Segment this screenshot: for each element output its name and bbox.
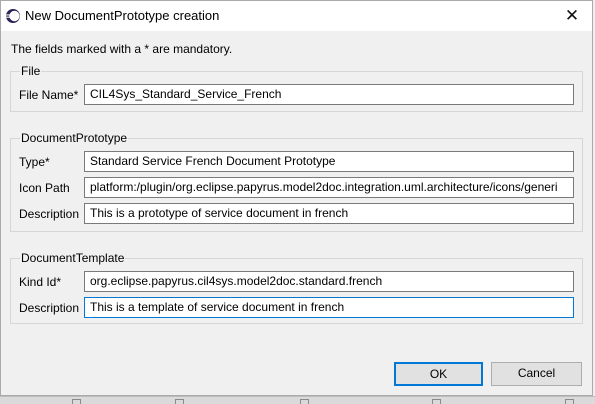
document-prototype-dialog: New DocumentPrototype creation ✕ The fie… [0,0,593,396]
ok-button[interactable]: OK [394,362,483,386]
template-description-field[interactable]: This is a template of service document i… [84,297,574,318]
kind-id-field[interactable]: org.eclipse.papyrus.cil4sys.model2doc.st… [84,271,574,292]
background-icon [432,399,441,404]
eclipse-icon [5,8,21,24]
file-name-label: File Name* [19,88,79,102]
window-title: New DocumentPrototype creation [25,8,220,23]
file-name-field[interactable]: CIL4Sys_Standard_Service_French [84,84,574,105]
cancel-button[interactable]: Cancel [491,362,582,386]
type-row: Type* Standard Service French Document P… [11,151,582,173]
background-icon [565,399,574,404]
type-field[interactable]: Standard Service French Document Prototy… [84,151,574,172]
icon-path-field[interactable]: platform:/plugin/org.eclipse.papyrus.mod… [84,177,574,198]
close-icon: ✕ [564,6,580,25]
mandatory-fields-note: The fields marked with a * are mandatory… [11,42,233,56]
document-template-legend: DocumentTemplate [20,251,126,265]
background-icon [175,399,184,404]
file-group: File File Name* CIL4Sys_Standard_Service… [10,64,583,112]
background-icon [72,399,81,404]
title-bar[interactable]: New DocumentPrototype creation ✕ [1,1,592,31]
icon-path-label: Icon Path [19,181,70,195]
kind-id-label: Kind Id* [19,275,62,289]
type-label: Type* [19,155,50,169]
icon-path-row: Icon Path platform:/plugin/org.eclipse.p… [11,177,582,199]
document-prototype-legend: DocumentPrototype [20,131,129,145]
kind-id-row: Kind Id* org.eclipse.papyrus.cil4sys.mod… [11,271,582,293]
background-icon [300,399,309,404]
close-button[interactable]: ✕ [552,1,592,31]
file-group-legend: File [20,64,42,78]
template-description-row: Description This is a template of servic… [11,297,582,319]
prototype-description-label: Description [19,207,80,221]
document-prototype-group: DocumentPrototype Type* Standard Service… [10,131,583,232]
file-name-row: File Name* CIL4Sys_Standard_Service_Fren… [11,84,582,106]
document-template-group: DocumentTemplate Kind Id* org.eclipse.pa… [10,251,583,324]
prototype-description-row: Description This is a prototype of servi… [11,203,582,225]
template-description-label: Description [19,301,80,315]
prototype-description-field[interactable]: This is a prototype of service document … [84,203,574,224]
